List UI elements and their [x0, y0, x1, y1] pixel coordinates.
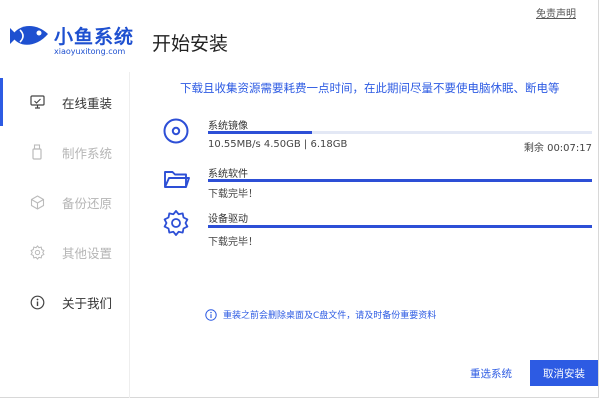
- installer-window: 免责声明 小鱼系统 xiaoyuxitong.com 开始安装 在线重装 制作系…: [0, 0, 599, 398]
- task-status: 下载完毕！: [208, 189, 258, 200]
- sidebar-item-make-system[interactable]: 制作系统: [0, 128, 130, 176]
- sidebar-item-other-settings[interactable]: 其他设置: [0, 228, 130, 276]
- task-status: 下载完毕！: [208, 237, 258, 248]
- notice-text: 下载且收集资源需要耗费一点时间，在此期间尽量不要使电脑休眠、断电等: [180, 81, 560, 95]
- progress-fill: [208, 225, 592, 228]
- app-logo: 小鱼系统 xiaoyuxitong.com: [8, 14, 148, 62]
- progress-bar: [208, 131, 592, 134]
- task-system-image: 系统镜像 10.55MB/s 4.50GB | 6.18GB 剩余 00:07:…: [160, 115, 595, 155]
- sidebar-item-label: 其他设置: [62, 245, 113, 261]
- logo-subtitle: xiaoyuxitong.com: [54, 47, 126, 56]
- progress-fill: [208, 131, 312, 134]
- cancel-install-button[interactable]: 取消安装: [530, 360, 598, 386]
- sidebar-item-label: 关于我们: [62, 295, 113, 311]
- backup-cube-icon: [28, 193, 46, 211]
- disclaimer-link[interactable]: 免责声明: [536, 5, 576, 20]
- warning-message: 重装之前会删除桌面及C盘文件，请及时备份重要资料: [205, 308, 436, 321]
- page-title: 开始安装: [152, 33, 229, 55]
- progress-bar: [208, 179, 592, 182]
- info-icon: [205, 308, 217, 321]
- task-device-drivers: 设备驱动 下载完毕！: [160, 207, 595, 248]
- task-status: 10.55MB/s 4.50GB | 6.18GB: [208, 139, 348, 150]
- disc-icon: [163, 118, 189, 144]
- task-name: 系统镜像: [208, 121, 248, 132]
- logo-title: 小鱼系统: [54, 26, 135, 48]
- sidebar-item-about-us[interactable]: 关于我们: [0, 278, 130, 326]
- sidebar-item-online-reinstall[interactable]: 在线重装: [0, 78, 130, 126]
- gear-icon: [28, 243, 46, 261]
- progress-fill: [208, 179, 592, 182]
- warning-text: 重装之前会删除桌面及C盘文件，请及时备份重要资料: [223, 311, 437, 321]
- folder-icon: [164, 171, 190, 188]
- progress-bar: [208, 225, 592, 228]
- task-name: 系统软件: [208, 169, 248, 180]
- reselect-system-button[interactable]: 重选系统: [470, 366, 512, 381]
- sidebar-item-label: 在线重装: [62, 95, 113, 111]
- sidebar: 在线重装 制作系统 备份还原 其他设置 关于我们: [0, 72, 130, 398]
- time-remaining: 剩余 00:07:17: [523, 143, 592, 154]
- gear-icon: [163, 210, 189, 236]
- active-marker: [0, 78, 3, 126]
- sidebar-item-backup-restore[interactable]: 备份还原: [0, 178, 130, 226]
- fish-logo-icon: [10, 25, 48, 45]
- task-system-software: 系统软件 下载完毕！: [160, 163, 595, 200]
- sidebar-item-label: 备份还原: [62, 195, 113, 211]
- task-name: 设备驱动: [208, 214, 248, 225]
- info-icon: [28, 293, 46, 311]
- usb-drive-icon: [28, 143, 46, 161]
- sidebar-item-label: 制作系统: [62, 145, 113, 161]
- monitor-icon: [28, 93, 46, 111]
